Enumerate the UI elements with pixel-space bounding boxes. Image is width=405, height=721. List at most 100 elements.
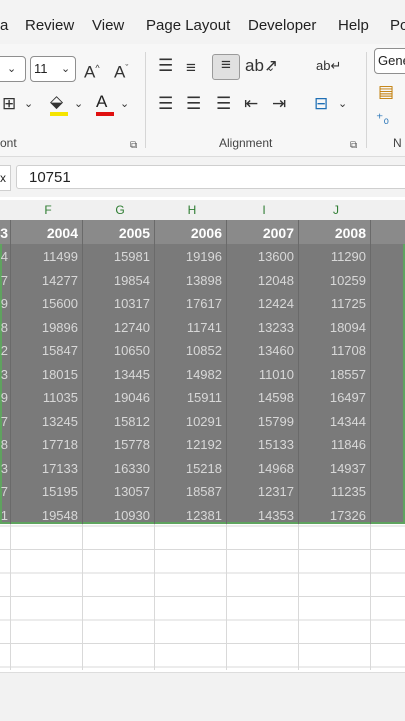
year-header-cell[interactable]: 2004: [18, 225, 78, 241]
font-name-select[interactable]: ⌄: [0, 56, 26, 82]
table-cell[interactable]: 15911: [162, 390, 222, 405]
table-cell[interactable]: 11846: [306, 437, 366, 452]
tab-help[interactable]: Help: [338, 17, 369, 34]
table-cell[interactable]: 11499: [18, 249, 78, 264]
table-cell[interactable]: 11235: [306, 484, 366, 499]
table-cell[interactable]: 17718: [18, 437, 78, 452]
table-cell[interactable]: 18587: [162, 484, 222, 499]
font-dialog-launcher-icon[interactable]: ⧉: [130, 136, 137, 156]
table-cell[interactable]: 15133: [234, 437, 294, 452]
table-cell[interactable]: 15812: [90, 414, 150, 429]
increase-font-icon[interactable]: A^: [84, 58, 100, 83]
table-cell[interactable]: 19196: [162, 249, 222, 264]
align-center-icon[interactable]: ☰: [186, 94, 201, 114]
table-cell[interactable]: 10650: [90, 343, 150, 358]
table-cell[interactable]: 10317: [90, 296, 150, 311]
currency-format-icon[interactable]: ▤: [378, 82, 394, 102]
table-cell[interactable]: 14982: [162, 367, 222, 382]
fx-icon[interactable]: x: [0, 165, 11, 191]
align-left-icon[interactable]: ☰: [158, 94, 173, 114]
table-cell[interactable]: 18015: [18, 367, 78, 382]
table-cell[interactable]: 10852: [162, 343, 222, 358]
align-bottom-icon[interactable]: ≡: [212, 54, 240, 80]
chevron-down-icon[interactable]: ⌄: [120, 94, 129, 114]
table-cell[interactable]: 12317: [234, 484, 294, 499]
table-cell[interactable]: 19046: [90, 390, 150, 405]
chevron-down-icon[interactable]: ⌄: [74, 94, 83, 114]
table-cell-partial[interactable]: 2: [0, 343, 8, 358]
table-cell[interactable]: 11290: [306, 249, 366, 264]
year-header-cell[interactable]: 2008: [306, 225, 366, 241]
table-cell[interactable]: 16330: [90, 461, 150, 476]
table-cell[interactable]: 13898: [162, 273, 222, 288]
table-cell[interactable]: 17133: [18, 461, 78, 476]
wrap-text-icon[interactable]: ab↵: [316, 56, 341, 76]
formula-input[interactable]: 10751: [16, 165, 405, 189]
tab-review[interactable]: Review: [25, 17, 74, 34]
table-cell[interactable]: 11725: [306, 296, 366, 311]
table-cell[interactable]: 15981: [90, 249, 150, 264]
tab-page-layout[interactable]: Page Layout: [146, 17, 230, 34]
table-cell[interactable]: 15218: [162, 461, 222, 476]
table-cell[interactable]: 11010: [234, 367, 294, 382]
table-cell[interactable]: 15847: [18, 343, 78, 358]
align-middle-icon[interactable]: ≡: [186, 58, 196, 78]
table-cell[interactable]: 15799: [234, 414, 294, 429]
year-header-partial[interactable]: 3: [0, 225, 8, 241]
tab-formula-partial[interactable]: a: [0, 17, 8, 34]
alignment-dialog-launcher-icon[interactable]: ⧉: [350, 136, 357, 156]
table-cell[interactable]: 18094: [306, 320, 366, 335]
table-cell[interactable]: 15195: [18, 484, 78, 499]
table-cell-partial[interactable]: 4: [0, 249, 8, 264]
column-header-g[interactable]: G: [112, 203, 128, 217]
chevron-down-icon[interactable]: ⌄: [266, 58, 275, 78]
column-header-f[interactable]: F: [40, 203, 56, 217]
chevron-down-icon[interactable]: ⌄: [338, 94, 347, 114]
table-cell[interactable]: 19896: [18, 320, 78, 335]
tab-developer[interactable]: Developer: [248, 17, 316, 34]
align-top-icon[interactable]: ☰: [158, 56, 173, 76]
year-header-cell[interactable]: 2006: [162, 225, 222, 241]
table-cell[interactable]: 15778: [90, 437, 150, 452]
table-cell[interactable]: 13600: [234, 249, 294, 264]
table-cell-partial[interactable]: 8: [0, 437, 8, 452]
table-cell[interactable]: 15600: [18, 296, 78, 311]
table-cell[interactable]: 13057: [90, 484, 150, 499]
fill-color-icon[interactable]: ⬙: [50, 92, 63, 112]
table-cell-partial[interactable]: 7: [0, 414, 8, 429]
table-cell[interactable]: 13245: [18, 414, 78, 429]
table-cell[interactable]: 11741: [162, 320, 222, 335]
decrease-font-icon[interactable]: Aˇ: [114, 58, 128, 83]
table-cell-partial[interactable]: 7: [0, 484, 8, 499]
table-cell[interactable]: 11708: [306, 343, 366, 358]
table-cell-partial[interactable]: 3: [0, 367, 8, 382]
table-cell[interactable]: 16497: [306, 390, 366, 405]
table-cell[interactable]: 12192: [162, 437, 222, 452]
align-right-icon[interactable]: ☰: [216, 94, 231, 114]
tab-view[interactable]: View: [92, 17, 124, 34]
font-color-icon[interactable]: A: [96, 92, 107, 112]
table-cell[interactable]: 13445: [90, 367, 150, 382]
table-cell[interactable]: 19854: [90, 273, 150, 288]
table-cell[interactable]: 10291: [162, 414, 222, 429]
table-cell[interactable]: 12740: [90, 320, 150, 335]
table-cell[interactable]: 10259: [306, 273, 366, 288]
table-cell[interactable]: 14968: [234, 461, 294, 476]
table-cell-partial[interactable]: 9: [0, 296, 8, 311]
table-cell[interactable]: 10930: [90, 508, 150, 523]
column-header-h[interactable]: H: [184, 203, 200, 217]
table-cell[interactable]: 19548: [18, 508, 78, 523]
decrease-indent-icon[interactable]: ⇤: [244, 94, 258, 114]
table-cell-partial[interactable]: 9: [0, 390, 8, 405]
increase-indent-icon[interactable]: ⇥: [272, 94, 286, 114]
table-cell[interactable]: 12048: [234, 273, 294, 288]
column-header-j[interactable]: J: [328, 203, 344, 217]
table-cell-partial[interactable]: 3: [0, 461, 8, 476]
table-cell[interactable]: 18557: [306, 367, 366, 382]
font-size-select[interactable]: 11 ⌄: [30, 56, 76, 82]
table-cell-partial[interactable]: 7: [0, 273, 8, 288]
table-cell[interactable]: 17326: [306, 508, 366, 523]
column-header-i[interactable]: I: [256, 203, 272, 217]
table-cell-partial[interactable]: 1: [0, 508, 8, 523]
table-cell[interactable]: 12381: [162, 508, 222, 523]
